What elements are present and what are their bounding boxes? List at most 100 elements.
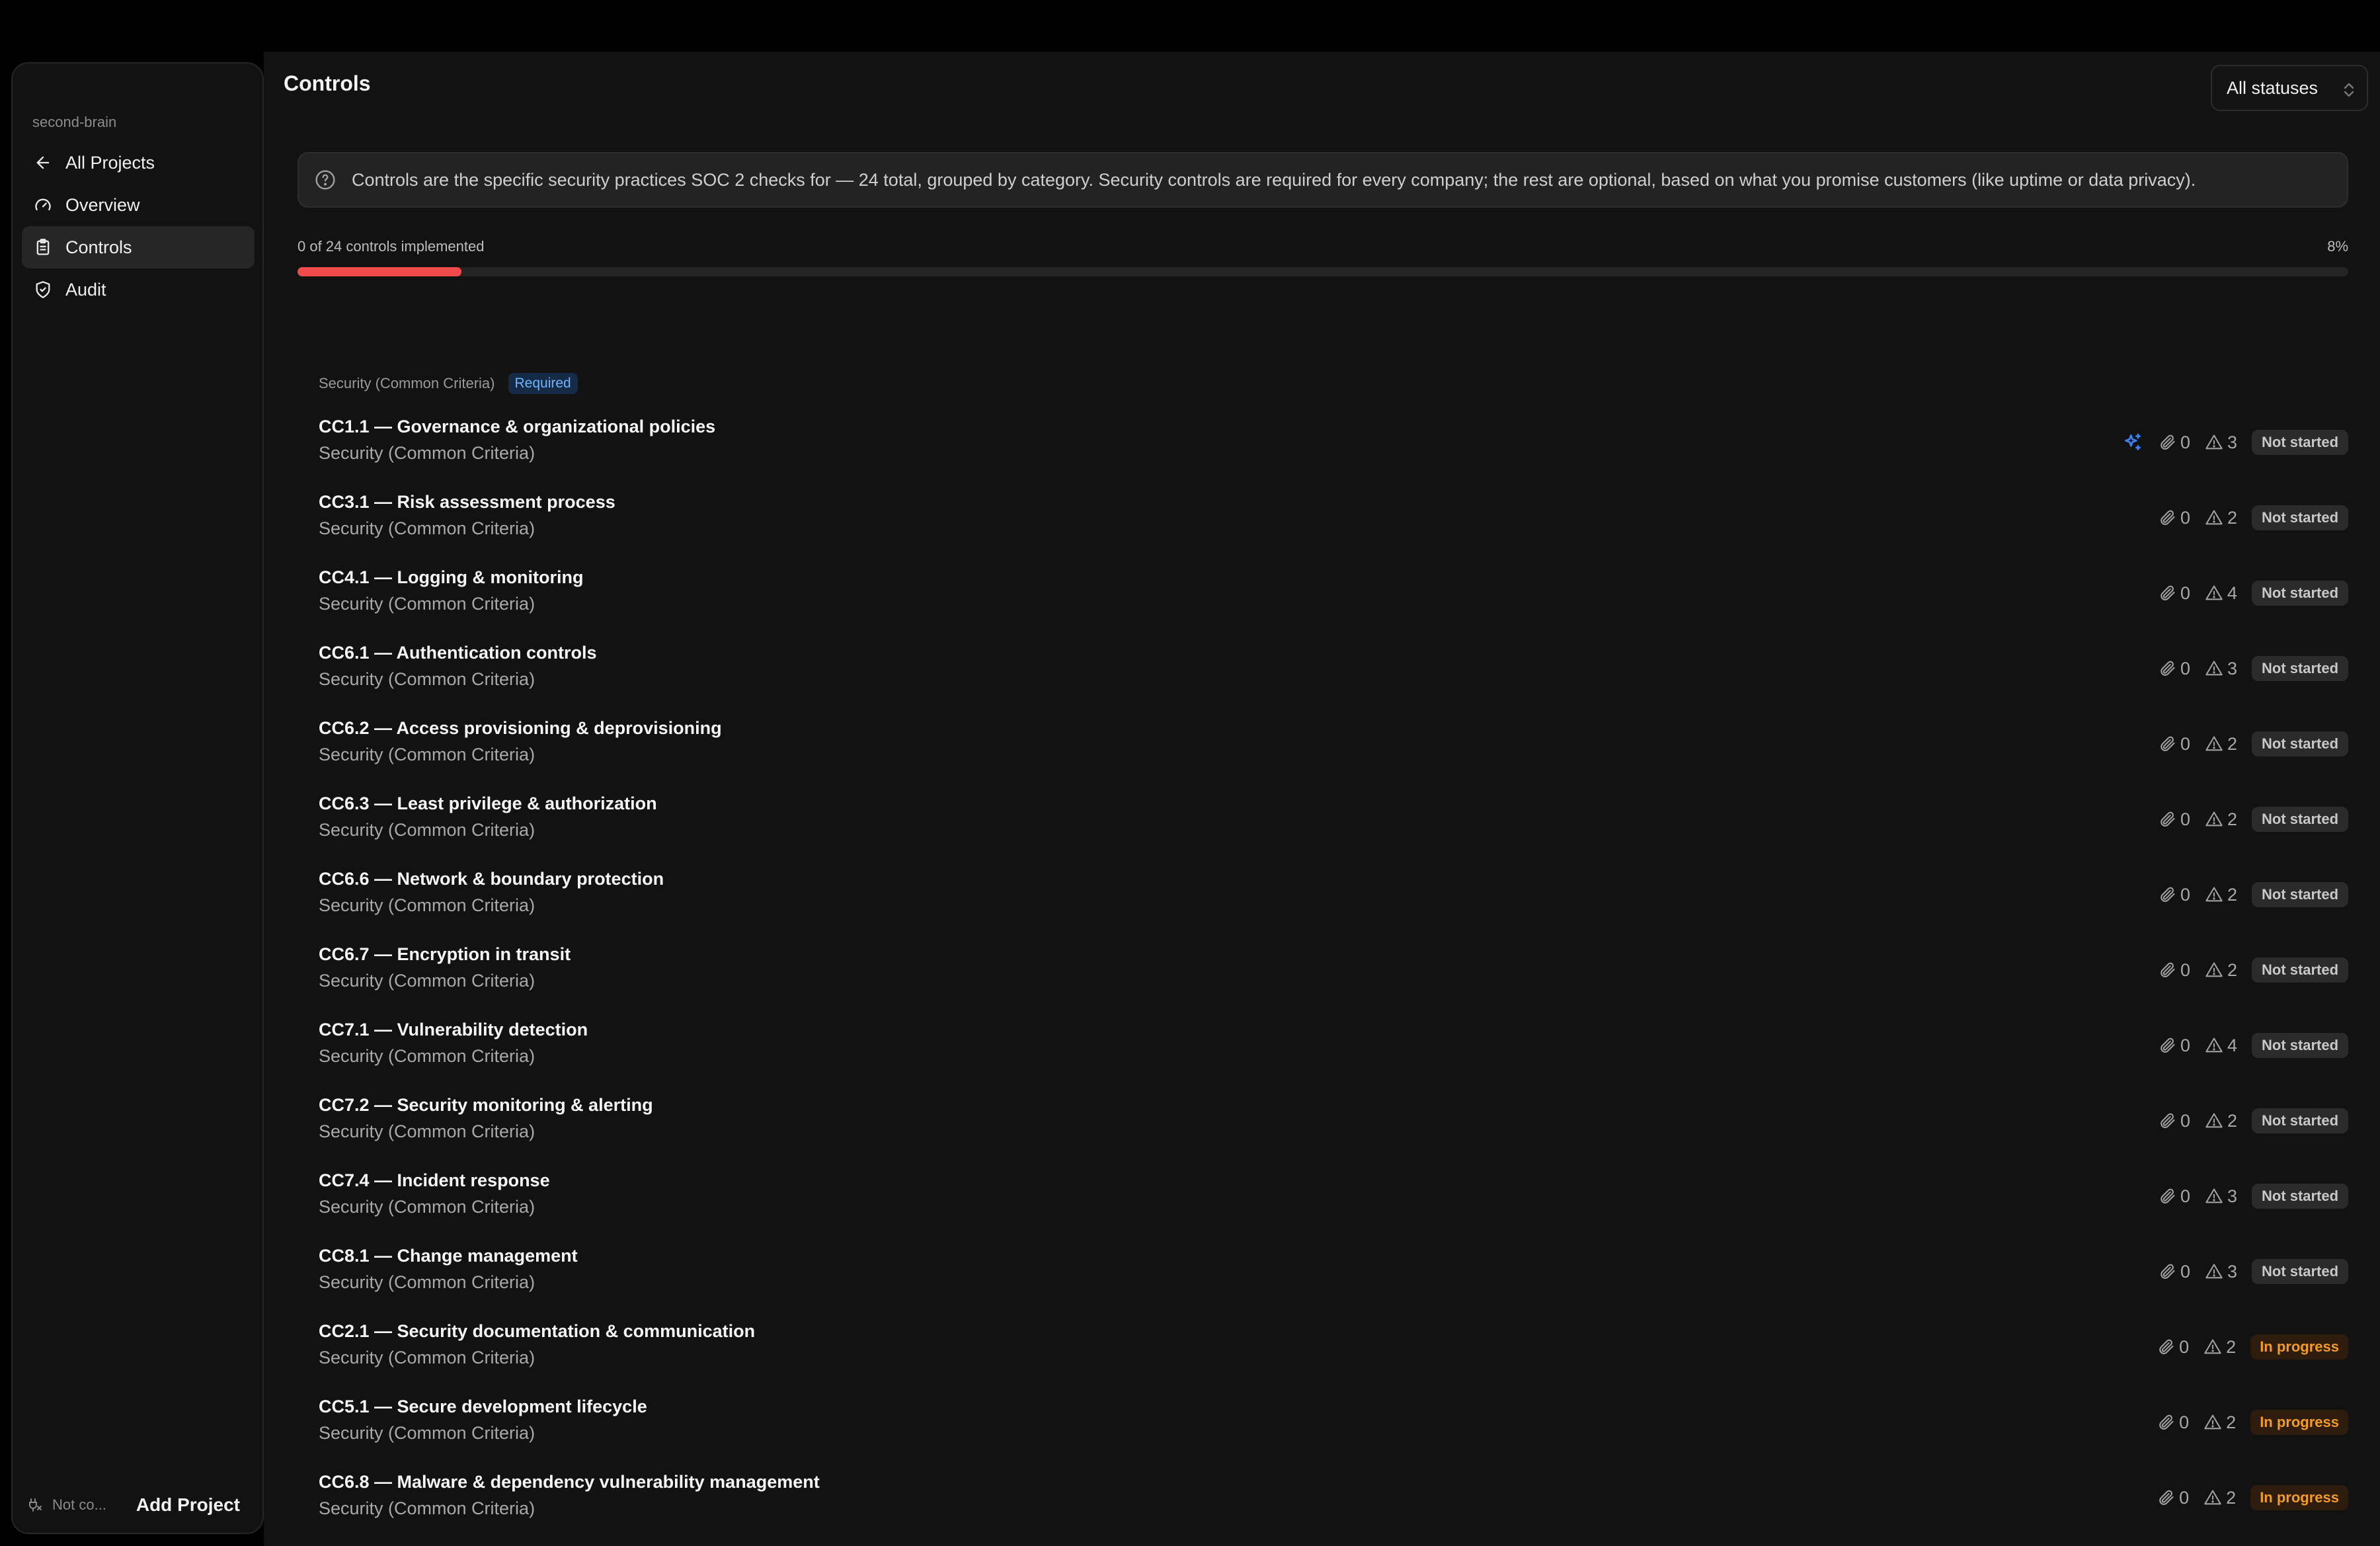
control-category: Security (Common Criteria) [319,1498,536,1518]
evidence-count-value: 0 [2180,1261,2190,1282]
control-meta: 0 3 Not started [2158,655,2348,682]
control-meta: 0 2 Not started [2158,881,2348,909]
warning-triangle-icon [2205,962,2223,977]
warning-triangle-icon [2205,1037,2223,1053]
evidence-count: 0 [2158,659,2190,679]
status-badge: In progress [2250,1410,2348,1435]
project-name: second-brain [32,114,117,130]
paperclip-icon [2161,962,2175,977]
progress-percent: 8% [2327,238,2348,255]
warning-triangle-icon [2205,1264,2223,1279]
status-filter-select[interactable]: All statuses [2211,65,2368,111]
evidence-count-value: 0 [2180,583,2190,603]
evidence-count: 0 [2158,583,2190,604]
control-title: CC8.1 — Change management [319,1246,578,1266]
control-row[interactable]: CC6.3 — Least privilege & authorization … [319,793,2348,866]
control-row[interactable]: CC6.2 — Access provisioning & deprovisio… [319,718,2348,791]
control-category: Security (Common Criteria) [319,669,536,689]
control-category: Security (Common Criteria) [319,971,536,991]
sidebar-footer: Not co... Add Project [27,1485,252,1525]
control-meta: 0 4 Not started [2158,579,2348,607]
control-title: CC2.1 — Security documentation & communi… [319,1321,756,1341]
control-title: CC6.7 — Encryption in transit [319,944,571,964]
gap-count: 3 [2205,1186,2237,1207]
evidence-count: 0 [2157,1488,2189,1508]
control-category: Security (Common Criteria) [319,443,536,463]
evidence-count: 0 [2158,1262,2190,1282]
sidebar-item-overview[interactable]: Overview [22,184,255,226]
gap-count-value: 2 [2226,1412,2237,1432]
clipboard-icon [36,239,50,255]
sidebar-item-all-projects[interactable]: All Projects [22,142,255,184]
gap-count-value: 4 [2227,1035,2237,1055]
gap-count-value: 3 [2227,432,2237,452]
gap-count-value: 3 [2227,658,2237,678]
control-row[interactable]: CC5.1 — Secure development lifecycle Sec… [319,1397,2348,1469]
control-row[interactable]: CC7.2 — Security monitoring & alerting S… [319,1095,2348,1168]
add-project-button[interactable]: Add Project [136,1494,240,1516]
warning-triangle-icon [2204,1339,2221,1354]
control-category: Security (Common Criteria) [319,1272,536,1292]
control-row[interactable]: CC6.1 — Authentication controls Security… [319,643,2348,715]
evidence-count-value: 0 [2180,432,2190,452]
status-badge: Not started [2252,581,2348,606]
status-badge: Not started [2252,957,2348,983]
evidence-count: 0 [2158,432,2190,453]
evidence-count: 0 [2158,960,2190,981]
control-row[interactable]: CC6.8 — Malware & dependency vulnerabili… [319,1472,2348,1545]
main-content: Controls All statuses Controls are the s… [264,52,2380,1546]
control-row[interactable]: CC8.1 — Change management Security (Comm… [319,1246,2348,1319]
status-badge: Not started [2252,656,2348,681]
evidence-count-value: 0 [2180,507,2190,528]
status-badge: Not started [2252,430,2348,455]
gap-count-value: 2 [2227,507,2237,528]
warning-triangle-icon [2205,1188,2223,1203]
paperclip-icon [2161,811,2175,827]
paperclip-icon [2161,1113,2175,1128]
sidebar-item-controls[interactable]: Controls [22,226,255,268]
control-row[interactable]: CC1.1 — Governance & organizational poli… [319,417,2348,489]
progress-label: 0 of 24 controls implemented [298,238,485,255]
control-category: Security (Common Criteria) [319,1197,536,1217]
status-badge: Not started [2252,807,2348,832]
paperclip-icon [2161,661,2175,676]
gap-count-value: 4 [2227,583,2237,603]
gap-count: 2 [2203,1412,2236,1433]
gap-count: 2 [2205,508,2237,528]
warning-triangle-icon [2205,585,2223,600]
control-row[interactable]: CC6.6 — Network & boundary protection Se… [319,869,2348,942]
control-row[interactable]: CC6.7 — Encryption in transit Security (… [319,944,2348,1017]
info-callout: Controls are the specific security pract… [298,152,2348,208]
control-category: Security (Common Criteria) [319,1121,536,1141]
control-title: CC6.3 — Least privilege & authorization [319,793,657,813]
warning-triangle-icon [2205,510,2223,525]
arrow-left-icon [36,156,50,169]
control-row[interactable]: CC4.1 — Logging & monitoring Security (C… [319,567,2348,640]
control-title: CC6.1 — Authentication controls [319,643,597,663]
control-row[interactable]: CC7.4 — Incident response Security (Comm… [319,1170,2348,1243]
gauge-icon [35,198,51,211]
chevron-up-down-icon [2344,83,2354,97]
status-filter-value: All statuses [2227,77,2319,98]
gap-count-value: 2 [2226,1336,2237,1357]
status-badge: In progress [2250,1485,2348,1510]
control-meta: 0 2 Not started [2158,504,2348,532]
gap-count-value: 2 [2227,884,2237,905]
gap-count-value: 2 [2227,809,2237,829]
evidence-count: 0 [2158,508,2190,528]
control-row[interactable]: CC7.1 — Vulnerability detection Security… [319,1020,2348,1092]
evidence-count: 0 [2157,1337,2189,1358]
warning-triangle-icon [2205,661,2223,676]
page-title: Controls [284,71,371,95]
status-badge: Not started [2252,1259,2348,1284]
control-row[interactable]: CC2.1 — Security documentation & communi… [319,1321,2348,1394]
status-badge: In progress [2250,1334,2348,1360]
sidebar-item-audit[interactable]: Audit [22,268,255,311]
control-title: CC6.8 — Malware & dependency vulnerabili… [319,1472,820,1492]
evidence-count-value: 0 [2180,809,2190,829]
shield-check-icon [36,281,50,298]
paperclip-icon [2161,510,2175,525]
control-row[interactable]: CC3.1 — Risk assessment process Security… [319,492,2348,565]
control-title: CC5.1 — Secure development lifecycle [319,1397,647,1416]
category-name: Security (Common Criteria) [319,375,495,391]
